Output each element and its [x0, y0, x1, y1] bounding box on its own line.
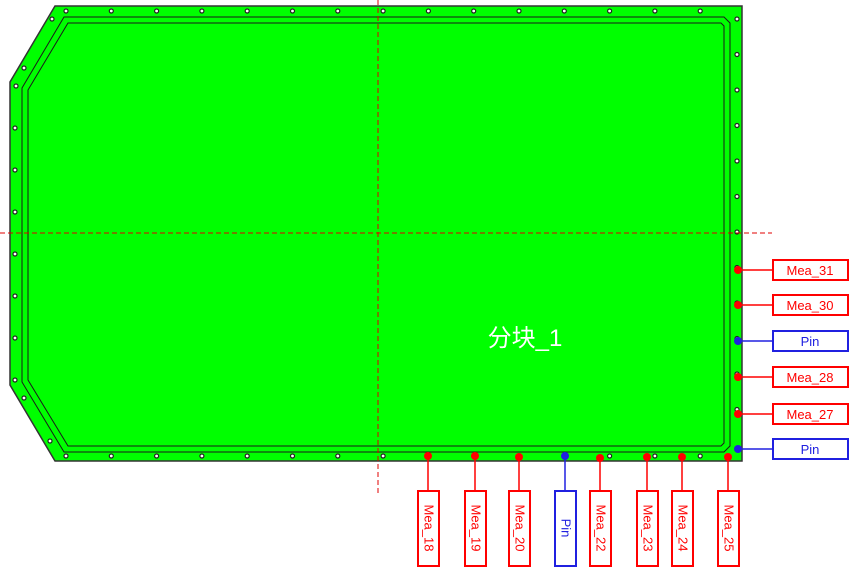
marker-dot-icon[interactable] [515, 453, 523, 461]
marker-bottom-measure[interactable]: Mea_22 [589, 454, 612, 567]
marker-label: Mea_18 [422, 505, 437, 552]
bolt-hole-icon [734, 87, 740, 93]
bolt-hole-icon [49, 16, 55, 22]
marker-label: Mea_23 [641, 505, 656, 552]
bolt-hole-icon [471, 8, 477, 14]
panel-diagram: 分块_1 Mea_31 Mea_30 Pin Mea_28 Mea_27 Pin Mea_1… [0, 0, 849, 567]
bolt-hole-icon [697, 8, 703, 14]
bolt-hole-icon [12, 377, 18, 383]
bolt-hole-icon [244, 8, 250, 14]
marker-dot-icon[interactable] [734, 301, 742, 309]
marker-label: Pin [801, 442, 820, 457]
bolt-hole-icon [652, 8, 658, 14]
marker-dot-icon[interactable] [596, 454, 604, 462]
bolt-hole-icon [12, 251, 18, 257]
marker-dot-icon[interactable] [734, 373, 742, 381]
bolt-hole-icon [108, 453, 114, 459]
marker-right-pin[interactable]: Pin [734, 330, 849, 352]
bolt-hole-icon [697, 453, 703, 459]
bolt-hole-icon [335, 453, 341, 459]
marker-dot-icon[interactable] [734, 410, 742, 418]
bolt-hole-icon [63, 8, 69, 14]
marker-right-measure[interactable]: Mea_28 [734, 366, 849, 388]
bolt-hole-icon [425, 8, 431, 14]
marker-bottom-measure[interactable]: Mea_18 [417, 452, 440, 567]
marker-label: Mea_25 [722, 505, 737, 552]
bolt-hole-icon [47, 438, 53, 444]
marker-label: Mea_31 [787, 263, 834, 278]
bolt-hole-icon [652, 453, 658, 459]
marker-right-measure[interactable]: Mea_30 [734, 294, 849, 316]
bolt-hole-icon [244, 453, 250, 459]
marker-label: Mea_30 [787, 298, 834, 313]
marker-right-pin[interactable]: Pin [734, 438, 849, 460]
marker-bottom-measure[interactable]: Mea_23 [636, 453, 659, 567]
bolt-hole-icon [12, 293, 18, 299]
bolt-hole-icon [734, 51, 740, 58]
marker-label: Pin [801, 334, 820, 349]
marker-right-measure[interactable]: Mea_27 [734, 403, 849, 425]
bolt-hole-icon [12, 167, 18, 173]
bolt-hole-icon [12, 209, 18, 215]
bolt-hole-icon [154, 453, 160, 459]
marker-label: Mea_19 [469, 505, 484, 552]
marker-bottom-measure[interactable]: Mea_20 [508, 453, 531, 567]
bolt-hole-icon [21, 395, 27, 401]
marker-dot-icon[interactable] [678, 453, 686, 461]
marker-bottom-pin[interactable]: Pin [554, 452, 577, 567]
bolt-hole-icon [380, 453, 386, 459]
bolt-hole-icon [289, 453, 296, 459]
bolt-hole-icon [606, 8, 613, 14]
marker-label: Mea_24 [676, 505, 691, 552]
marker-dot-icon[interactable] [734, 337, 742, 345]
marker-bottom-measure[interactable]: Mea_19 [464, 452, 487, 567]
marker-dot-icon[interactable] [724, 453, 732, 461]
bolt-hole-icon [199, 8, 205, 14]
marker-label: Mea_22 [594, 505, 609, 552]
marker-dot-icon[interactable] [471, 452, 479, 460]
bolt-hole-icon [734, 193, 740, 200]
bolt-hole-icon [516, 8, 522, 14]
bolt-hole-icon [734, 16, 740, 22]
marker-label: Mea_20 [513, 505, 528, 552]
bolt-hole-icon [335, 8, 341, 14]
marker-right-measure[interactable]: Mea_31 [734, 259, 849, 281]
marker-label: Pin [559, 519, 574, 538]
marker-label: Mea_27 [787, 407, 834, 422]
marker-dot-icon[interactable] [561, 452, 569, 460]
bolt-hole-icon [199, 453, 205, 459]
bolt-hole-icon [21, 65, 27, 71]
bolt-hole-icon [561, 8, 567, 14]
bolt-hole-icon [289, 8, 296, 14]
bolt-hole-icon [380, 8, 386, 14]
bolt-hole-icon [734, 122, 740, 129]
bolt-hole-icon [12, 335, 18, 341]
marker-bottom-measure[interactable]: Mea_25 [717, 453, 740, 567]
bolt-hole-icon [606, 453, 613, 459]
marker-bottom-measure[interactable]: Mea_24 [671, 453, 694, 567]
marker-dot-icon[interactable] [734, 445, 742, 453]
marker-dot-icon[interactable] [734, 266, 742, 274]
diagram-canvas: 分块_1 Mea_31 Mea_30 Pin Mea_28 Mea_27 Pin Mea_1… [0, 0, 855, 574]
bolt-hole-icon [734, 158, 740, 164]
marker-dot-icon[interactable] [643, 453, 651, 461]
bolt-hole-icon [13, 83, 19, 89]
marker-dot-icon[interactable] [424, 452, 432, 460]
bolt-hole-icon [63, 453, 69, 459]
panel-label: 分块_1 [488, 325, 563, 352]
marker-label: Mea_28 [787, 370, 834, 385]
bolt-hole-icon [154, 8, 160, 14]
bolt-hole-icon [108, 8, 114, 14]
bolt-hole-icon [12, 125, 18, 131]
